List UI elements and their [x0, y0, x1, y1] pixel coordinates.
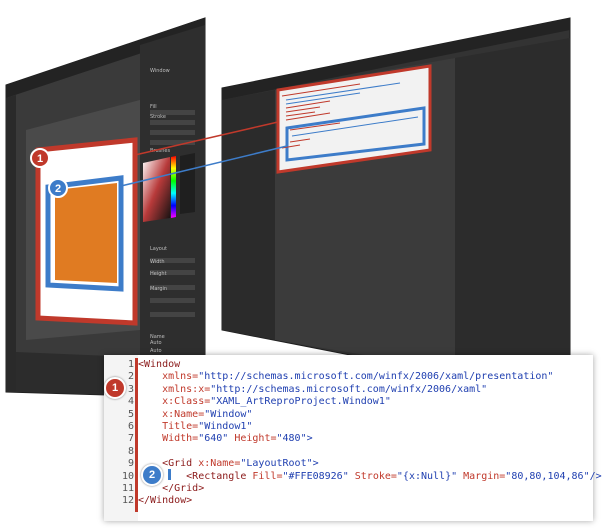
code-token: Margin=	[457, 470, 506, 482]
blue-line-marker	[168, 469, 171, 480]
code-token: "LayoutRoot"	[240, 458, 313, 470]
code-token: "640"	[198, 433, 229, 445]
code-line[interactable]: Title="Window1"	[138, 421, 252, 432]
code-token: x:Name=	[192, 458, 241, 470]
line-number: 10	[122, 470, 135, 482]
orange-rectangle[interactable]	[55, 183, 117, 283]
line-number: 7	[127, 433, 134, 445]
xaml-code-callout: <Window xmlns="http://schemas.microsoft.…	[104, 355, 602, 521]
panel-label-layout: Layout	[150, 246, 167, 252]
code-token: "{x:Null}"	[396, 470, 458, 482]
badge-2-artboard-label: 2	[55, 183, 61, 195]
code-line[interactable]: </Window>	[138, 495, 192, 506]
badge-1-artboard-label: 1	[37, 153, 43, 165]
code-token: "XAML_ArtReproProject.Window1"	[210, 396, 391, 408]
line-number: 6	[127, 421, 134, 432]
designer-left-toolbox	[6, 95, 16, 392]
code-token: Stroke=	[348, 470, 397, 482]
code-token: />	[589, 470, 602, 482]
panel-label-height: Height	[150, 271, 167, 277]
code-line[interactable]: <Rectangle Fill="#FFE08926" Stroke="{x:N…	[138, 470, 602, 482]
line-number: 9	[127, 458, 134, 470]
code-token: >	[306, 433, 313, 445]
code-token: >	[312, 458, 319, 470]
code-token: </Window>	[138, 495, 193, 507]
panel-label-window: Window	[150, 68, 170, 74]
line-number: 1	[127, 359, 134, 370]
panel-label-fill: Fill	[150, 104, 157, 110]
code-line[interactable]: x:Name="Window"	[138, 409, 252, 420]
code-window-left-strip	[222, 90, 275, 340]
panel-label-margin: Margin	[150, 286, 167, 292]
code-line[interactable]: Width="640" Height="480">	[138, 433, 313, 444]
code-token: "Window1"	[198, 421, 253, 432]
code-token: <Window	[138, 359, 181, 370]
code-token: x:Class=	[138, 396, 211, 408]
line-number: 4	[127, 396, 134, 408]
code-token: "80,80,104,86"	[505, 470, 590, 482]
badge-1-code: 1	[104, 377, 126, 399]
code-token: "480"	[276, 433, 307, 445]
code-token: "#FFE08926"	[282, 470, 349, 482]
color-picker-gradient[interactable]	[143, 157, 170, 222]
code-line[interactable]: xmlns:x="http://schemas.microsoft.com/wi…	[138, 384, 487, 395]
code-token: Title=	[138, 421, 199, 432]
swatch-strip	[180, 153, 195, 214]
code-token: "Window"	[204, 408, 253, 420]
code-token: Fill=	[246, 470, 283, 482]
code-token: xmlns=	[138, 371, 199, 383]
code-token: Height=	[228, 433, 277, 445]
code-token: "http://schemas.microsoft.com/winfx/2006…	[198, 371, 554, 383]
line-number: 5	[127, 408, 134, 420]
code-line[interactable]: x:Class="XAML_ArtReproProject.Window1"	[138, 396, 391, 407]
code-line[interactable]: xmlns="http://schemas.microsoft.com/winf…	[138, 371, 553, 382]
code-token: "http://schemas.microsoft.com/winfx/2006…	[210, 383, 488, 395]
code-window-right-panel	[455, 38, 570, 398]
panel-label-auto-2: Auto	[150, 348, 162, 354]
code-token: Width=	[138, 433, 199, 445]
line-number: 12	[122, 495, 135, 507]
code-token: x:Name=	[138, 408, 205, 420]
code-line[interactable]: <Window	[138, 359, 180, 370]
badge-2-code: 2	[141, 464, 163, 486]
panel-label-width: Width	[150, 259, 165, 265]
code-token: xmlns:x=	[138, 383, 211, 395]
panel-label-stroke: Stroke	[150, 114, 166, 120]
code-line[interactable]: <Grid x:Name="LayoutRoot">	[138, 458, 319, 469]
panel-label-auto-1: Auto	[150, 340, 162, 346]
line-number: 8	[127, 445, 134, 457]
line-number: 11	[122, 483, 135, 494]
hue-slider[interactable]	[171, 156, 176, 218]
